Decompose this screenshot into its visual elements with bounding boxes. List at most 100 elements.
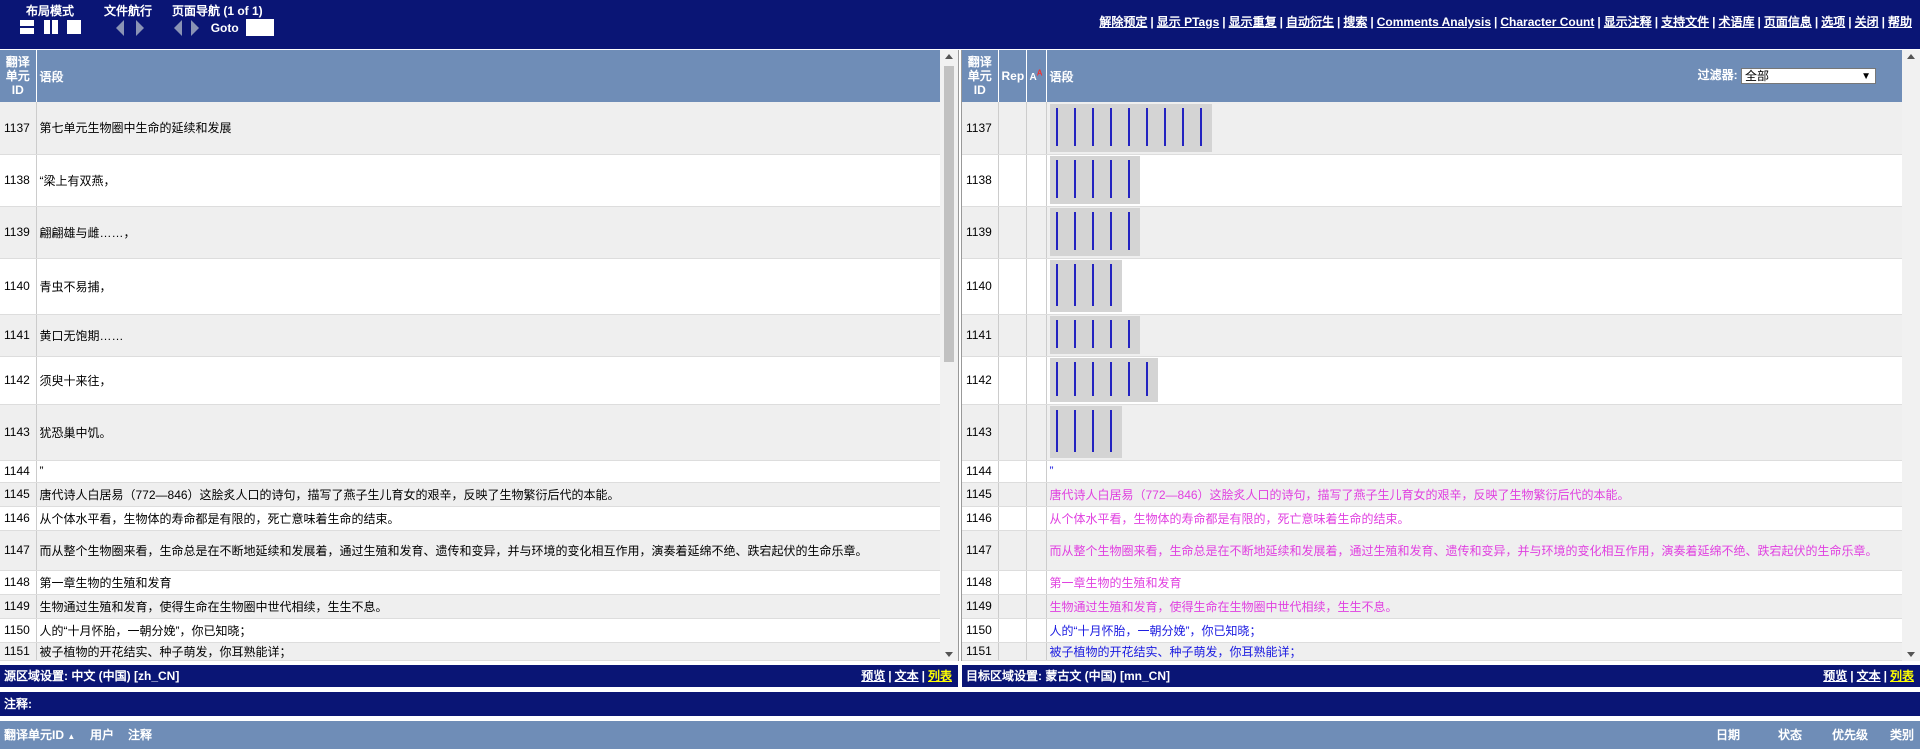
source-row[interactable]: 1146 从个体水平看，生物体的寿命都是有限的，死亡意味着生命的结束。 [0, 506, 940, 531]
notes-col-user[interactable]: 用户 [90, 721, 114, 749]
target-row-text[interactable]: 而从整个生物圈来看，生命总是在不断地延续和发展着，通过生殖和发育、遗传和变异，并… [1046, 530, 1902, 571]
notes-col-note[interactable]: 注释 [128, 721, 152, 749]
layout-vertical-icon[interactable] [43, 20, 58, 34]
target-row[interactable]: 1150 人的“十月怀胎，一朝分娩”，你已知晓； [962, 618, 1902, 643]
target-row[interactable]: 1141 [962, 314, 1902, 357]
target-row[interactable]: 1143 [962, 404, 1902, 461]
scroll-down-icon[interactable] [945, 652, 953, 657]
toolbar-link-5[interactable]: Comments Analysis [1377, 15, 1491, 29]
source-text-link[interactable]: 文本 [895, 669, 919, 683]
scroll-up-icon[interactable] [1907, 54, 1915, 59]
source-row-text[interactable]: 生物通过生殖和发育，使得生命在生物圈中世代相续，生生不息。 [36, 594, 940, 619]
file-next-icon[interactable] [135, 19, 144, 36]
target-row[interactable]: 1145 唐代诗人白居易（772—846）这脍炙人口的诗句，描写了燕子生儿育女的艰… [962, 482, 1902, 507]
target-row[interactable]: 1138 [962, 154, 1902, 207]
target-id-header[interactable]: 翻译单元ID [962, 50, 999, 102]
target-row[interactable]: 1144 ” [962, 460, 1902, 483]
target-row-text[interactable] [1046, 206, 1902, 259]
source-row[interactable]: 1142 须臾十来往， [0, 356, 940, 405]
target-scrollbar[interactable] [1902, 50, 1920, 661]
toolbar-link-6[interactable]: Character Count [1500, 15, 1594, 29]
source-scrollbar[interactable] [940, 50, 958, 661]
toolbar-link-10[interactable]: 页面信息 [1764, 15, 1812, 29]
scroll-down-icon[interactable] [1907, 652, 1915, 657]
notes-col-status[interactable]: 状态 [1778, 721, 1802, 749]
source-scroll-thumb[interactable] [944, 66, 954, 362]
target-preview-link[interactable]: 预览 [1823, 669, 1847, 683]
source-row-text[interactable]: 从个体水平看，生物体的寿命都是有限的，死亡意味着生命的结束。 [36, 506, 940, 531]
file-prev-icon[interactable] [116, 19, 124, 36]
source-row[interactable]: 1151 被子植物的开花结实、种子萌发，你耳熟能详； [0, 642, 940, 661]
target-row-text[interactable] [1046, 102, 1902, 155]
notes-col-date[interactable]: 日期 [1716, 721, 1740, 749]
source-list-link[interactable]: 列表 [928, 669, 952, 683]
toolbar-link-2[interactable]: 显示重复 [1229, 15, 1277, 29]
notes-col-priority[interactable]: 优先级 [1832, 721, 1868, 749]
source-row-text[interactable]: 而从整个生物圈来看，生命总是在不断地延续和发展着，通过生殖和发育、遗传和变异，并… [36, 530, 940, 571]
layout-horizontal-icon[interactable] [20, 20, 34, 34]
target-rep-header[interactable]: Rep [998, 50, 1027, 102]
source-row[interactable]: 1137 第七单元生物圈中生命的延续和发展 [0, 102, 940, 155]
source-row[interactable]: 1141 黄口无饱期…… [0, 314, 940, 357]
source-row-text[interactable]: 青虫不易捕， [36, 258, 940, 315]
source-row-text[interactable]: 唐代诗人白居易（772—846）这脍炙人口的诗句，描写了燕子生儿育女的艰辛，反映… [36, 482, 940, 507]
toolbar-link-13[interactable]: 帮助 [1888, 15, 1912, 29]
source-row-text[interactable]: 被子植物的开花结实、种子萌发，你耳熟能详； [36, 642, 940, 661]
target-list-link[interactable]: 列表 [1890, 669, 1914, 683]
target-row[interactable]: 1149 生物通过生殖和发育，使得生命在生物圈中世代相续，生生不息。 [962, 594, 1902, 619]
target-row-text[interactable]: 第一章生物的生殖和发育 [1046, 570, 1902, 595]
source-row[interactable]: 1144” [0, 460, 940, 483]
font-size-icon[interactable]: AA [1030, 69, 1043, 83]
target-row[interactable]: 1139 [962, 206, 1902, 259]
target-row[interactable]: 1140 [962, 258, 1902, 315]
source-row[interactable]: 1140 青虫不易捕， [0, 258, 940, 315]
page-next-icon[interactable] [191, 19, 200, 36]
toolbar-link-7[interactable]: 显示注释 [1604, 15, 1652, 29]
toolbar-link-9[interactable]: 术语库 [1718, 15, 1754, 29]
toolbar-link-12[interactable]: 关闭 [1855, 15, 1879, 29]
target-row[interactable]: 1147 而从整个生物圈来看，生命总是在不断地延续和发展着，通过生殖和发育、遗传和… [962, 530, 1902, 571]
toolbar-link-3[interactable]: 自动衍生 [1286, 15, 1334, 29]
filter-select[interactable]: 全部 ▼ [1741, 67, 1876, 84]
toolbar-link-0[interactable]: 解除预定 [1099, 15, 1147, 29]
toolbar-link-1[interactable]: 显示 PTags [1157, 15, 1219, 29]
source-row-text[interactable]: 第七单元生物圈中生命的延续和发展 [36, 102, 940, 155]
source-segment-header[interactable]: 语段 [36, 50, 940, 102]
source-row[interactable]: 1139 翩翩雄与雌……， [0, 206, 940, 259]
target-row[interactable]: 1148 第一章生物的生殖和发育 [962, 570, 1902, 595]
target-row-text[interactable] [1046, 314, 1902, 357]
source-row-text[interactable]: 犹恐巢中饥。 [36, 404, 940, 461]
layout-single-icon[interactable] [67, 20, 82, 34]
target-row[interactable]: 1137 [962, 102, 1902, 155]
target-row-text[interactable] [1046, 154, 1902, 207]
source-id-header[interactable]: 翻译单元ID [0, 50, 37, 102]
toolbar-link-4[interactable]: 搜索 [1343, 15, 1367, 29]
source-row-text[interactable]: 翩翩雄与雌……， [36, 206, 940, 259]
toolbar-link-8[interactable]: 支持文件 [1661, 15, 1709, 29]
source-row-text[interactable]: 人的“十月怀胎，一朝分娩”，你已知晓； [36, 618, 940, 643]
source-row[interactable]: 1148 第一章生物的生殖和发育 [0, 570, 940, 595]
source-row-text[interactable]: “梁上有双燕， [36, 154, 940, 207]
target-row-text[interactable]: 唐代诗人白居易（772—846）这脍炙人口的诗句，描写了燕子生儿育女的艰辛，反映… [1046, 482, 1902, 507]
scroll-up-icon[interactable] [945, 54, 953, 59]
target-row[interactable]: 1146 从个体水平看，生物体的寿命都是有限的，死亡意味着生命的结束。 [962, 506, 1902, 531]
toolbar-link-11[interactable]: 选项 [1821, 15, 1845, 29]
target-row-text[interactable]: 从个体水平看，生物体的寿命都是有限的，死亡意味着生命的结束。 [1046, 506, 1902, 531]
target-row-text[interactable] [1046, 404, 1902, 461]
notes-col-id[interactable]: 翻译单元ID ▲ [4, 721, 75, 751]
page-prev-icon[interactable] [174, 19, 182, 36]
target-row-text[interactable]: 被子植物的开花结实、种子萌发，你耳熟能详； [1046, 642, 1902, 661]
source-row-text[interactable]: ” [36, 460, 940, 483]
target-row[interactable]: 1142 [962, 356, 1902, 405]
goto-input[interactable] [246, 19, 275, 36]
source-row[interactable]: 1138 “梁上有双燕， [0, 154, 940, 207]
source-row[interactable]: 1145 唐代诗人白居易（772—846）这脍炙人口的诗句，描写了燕子生儿育女的艰… [0, 482, 940, 507]
source-row-text[interactable]: 第一章生物的生殖和发育 [36, 570, 940, 595]
target-row-text[interactable]: ” [1046, 460, 1902, 483]
target-row-text[interactable] [1046, 258, 1902, 315]
source-row[interactable]: 1147 而从整个生物圈来看，生命总是在不断地延续和发展着，通过生殖和发育、遗传和… [0, 530, 940, 571]
source-row-text[interactable]: 黄口无饱期…… [36, 314, 940, 357]
target-row-text[interactable] [1046, 356, 1902, 405]
source-row[interactable]: 1149 生物通过生殖和发育，使得生命在生物圈中世代相续，生生不息。 [0, 594, 940, 619]
source-row[interactable]: 1143 犹恐巢中饥。 [0, 404, 940, 461]
